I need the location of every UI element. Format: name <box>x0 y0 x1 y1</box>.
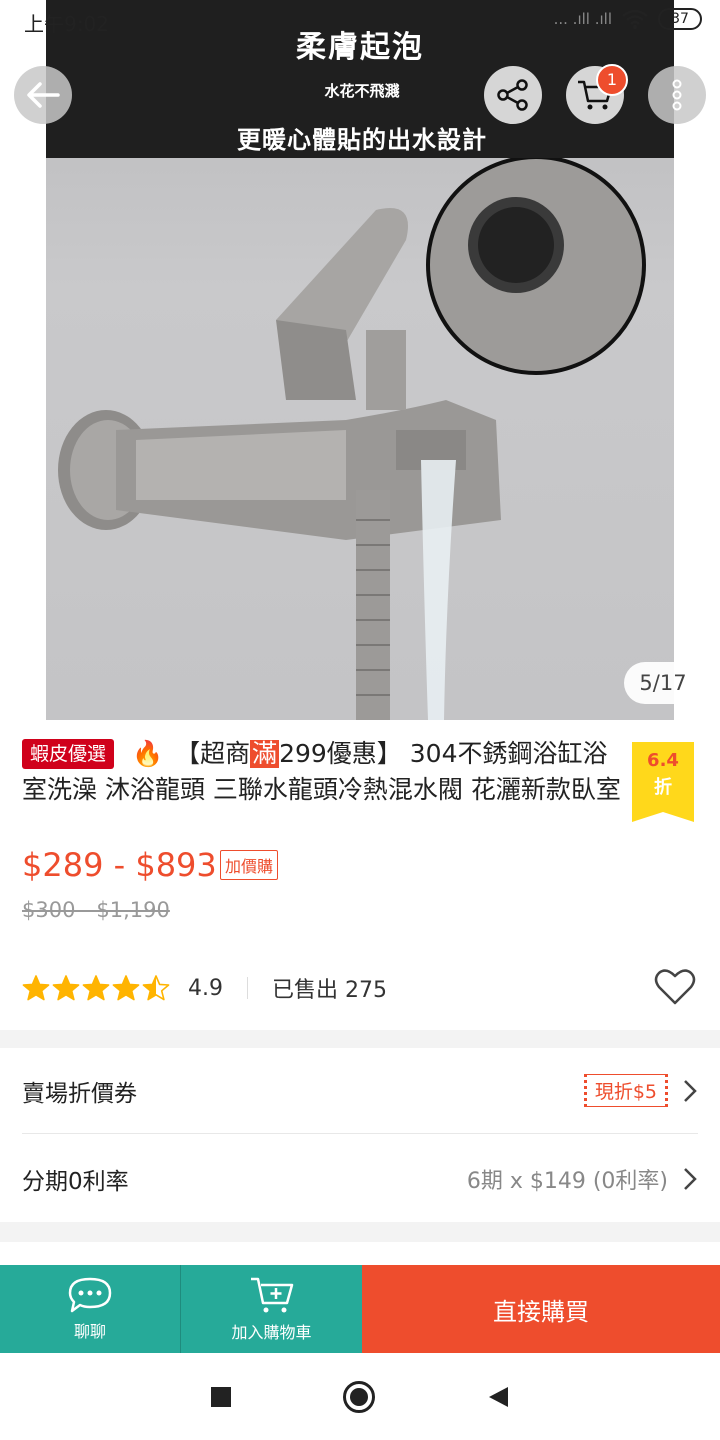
addon-purchase-tag: 加價購 <box>220 850 279 880</box>
voucher-tag: 現折$5 <box>583 1074 668 1107</box>
cart-count-badge: 1 <box>596 64 628 96</box>
chat-label: 聊聊 <box>73 1322 106 1341</box>
star-half-icon <box>142 975 170 1001</box>
rating-stars <box>22 974 170 1002</box>
recent-apps-button[interactable] <box>210 1386 232 1408</box>
promo-close: 299優惠】 <box>279 739 402 768</box>
share-button[interactable] <box>484 66 542 124</box>
voucher-label: 賣場折價券 <box>22 1080 137 1107</box>
rating-value: 4.9 <box>188 975 223 1001</box>
section-divider <box>0 1222 720 1242</box>
installment-value: 6期 x $149 (0利率) <box>466 1169 668 1194</box>
installment-label: 分期0利率 <box>22 1169 129 1195</box>
chat-button[interactable]: 聊聊 <box>0 1265 181 1353</box>
price-range: $289 - $893 <box>22 846 217 884</box>
status-time: 上午9:02 <box>24 12 109 36</box>
bottom-action-bar: 聊聊 加入購物車 直接購買 <box>0 1265 720 1353</box>
image-counter: 5/17 <box>624 662 702 704</box>
product-title: 蝦皮優選 🔥 【超商滿299優惠】 304不銹鋼浴缸浴室洗澡 沐浴龍頭 三聯水龍… <box>22 736 622 812</box>
star-full-icon <box>112 975 140 1001</box>
add-cart-icon <box>250 1277 293 1313</box>
wifi-icon <box>622 9 648 29</box>
banner-tagline: 更暖心體貼的出水設計 <box>237 126 487 154</box>
rating-row: 4.9 已售出 275 <box>22 968 702 1008</box>
chat-bubble-icon <box>68 1277 112 1313</box>
arrow-left-icon <box>27 82 60 108</box>
add-cart-label: 加入購物車 <box>231 1323 312 1342</box>
section-divider <box>0 1030 720 1048</box>
chevron-right-icon <box>684 1079 697 1102</box>
buy-now-button[interactable]: 直接購買 <box>362 1265 720 1353</box>
system-nav-bar <box>0 1353 720 1440</box>
shopee-choice-tag: 蝦皮優選 <box>22 739 115 769</box>
more-options-button[interactable] <box>648 66 706 124</box>
fire-icon: 🔥 <box>131 739 164 768</box>
shop-voucher-row[interactable]: 賣場折價券 現折$5 <box>22 1048 698 1134</box>
more-vertical-icon <box>672 79 682 111</box>
discount-badge: 6.4 折 <box>632 742 694 822</box>
star-full-icon <box>22 975 50 1001</box>
product-image-gallery[interactable]: 柔膚起泡 水花不飛濺 更暖心體貼的出水設計 1 5/17 <box>0 0 720 720</box>
add-to-cart-button[interactable]: 加入購物車 <box>181 1265 362 1353</box>
original-price: $300 - $1,190 <box>22 898 170 922</box>
installment-row[interactable]: 分期0利率 6期 x $149 (0利率) <box>22 1136 698 1222</box>
battery-icon: 37 <box>658 8 702 30</box>
home-button[interactable] <box>342 1380 376 1414</box>
promo-open: 【超商 <box>175 739 251 768</box>
chevron-right-icon <box>684 1168 697 1190</box>
discount-unit: 折 <box>654 777 672 798</box>
star-full-icon <box>52 975 80 1001</box>
promo-man-badge: 滿 <box>250 739 280 768</box>
heart-icon[interactable] <box>654 968 696 1006</box>
status-bar: 上午9:02 ... .ıll .ıll 37 <box>0 0 720 44</box>
sold-count: 已售出 275 <box>272 978 387 1003</box>
divider <box>247 977 248 999</box>
discount-value: 6.4 <box>647 750 679 771</box>
share-icon <box>497 79 528 111</box>
signal-icon: ... .ıll .ıll <box>553 10 612 28</box>
back-button[interactable] <box>14 66 72 124</box>
back-nav-button[interactable] <box>486 1385 510 1409</box>
status-icons: ... .ıll .ıll 37 <box>554 8 702 30</box>
star-full-icon <box>82 975 110 1001</box>
